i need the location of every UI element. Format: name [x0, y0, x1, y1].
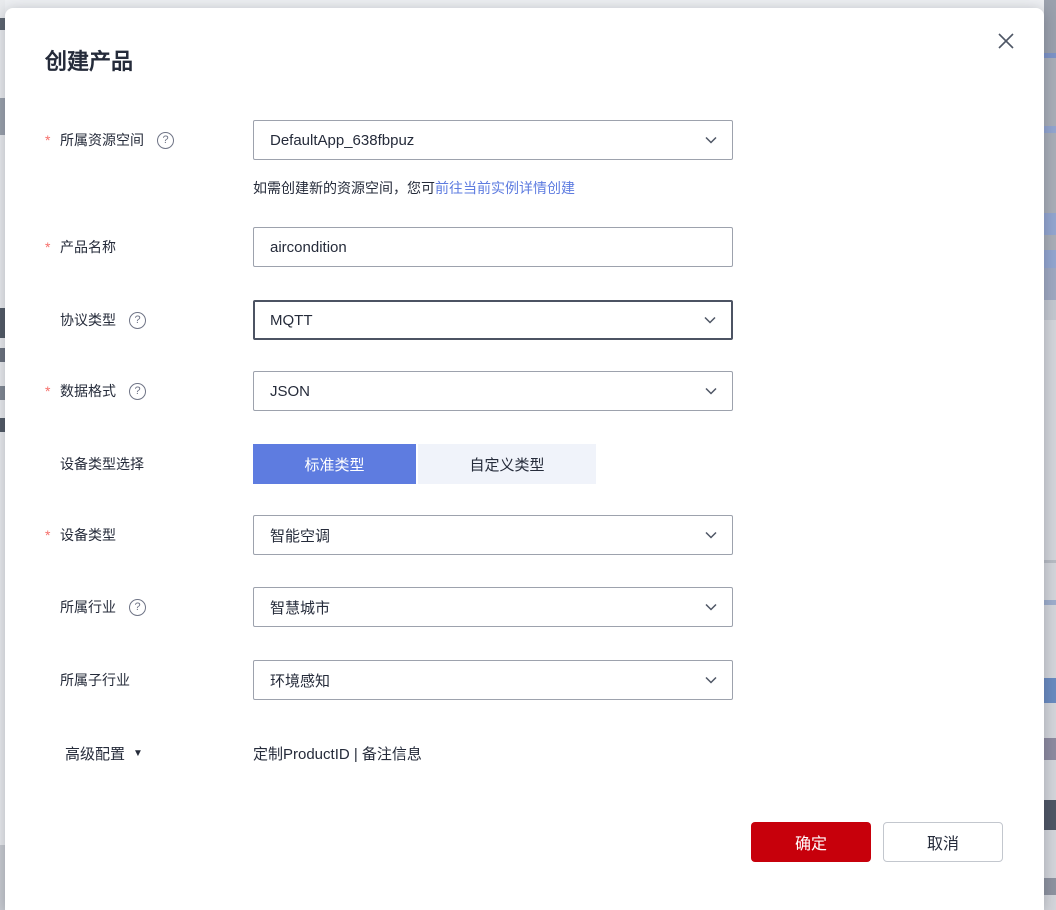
confirm-button[interactable]: 确定	[751, 822, 871, 862]
required-marker: *	[45, 383, 60, 399]
device-type-label-text: 设备类型	[60, 525, 116, 545]
product-name-label: * 产品名称	[45, 227, 250, 267]
required-marker-spacer: *	[45, 312, 60, 328]
required-marker: *	[45, 527, 60, 543]
resource-space-field: DefaultApp_638fbpuz	[253, 120, 733, 160]
resource-space-label: * 所属资源空间 ?	[45, 120, 250, 160]
protocol-value: MQTT	[270, 312, 703, 329]
close-button[interactable]	[991, 26, 1021, 56]
product-name-label-text: 产品名称	[60, 237, 116, 257]
standard-type-button[interactable]: 标准类型	[253, 444, 416, 484]
chevron-down-icon	[703, 313, 717, 327]
advanced-config-label-text: 高级配置	[45, 743, 125, 764]
data-format-field: JSON	[253, 371, 733, 411]
data-format-label: * 数据格式 ?	[45, 371, 250, 411]
sub-industry-select[interactable]: 环境感知	[253, 660, 733, 700]
required-marker: *	[45, 239, 60, 255]
device-type-value: 智能空调	[270, 525, 704, 546]
cancel-button[interactable]: 取消	[883, 822, 1003, 862]
help-icon[interactable]: ?	[129, 383, 146, 400]
background-page-right-fragment	[1044, 0, 1056, 910]
product-name-input[interactable]	[253, 227, 733, 267]
device-type-mode-label: * 设备类型选择	[45, 444, 250, 484]
protocol-field: MQTT	[253, 300, 733, 340]
data-format-label-text: 数据格式	[60, 381, 116, 401]
sub-industry-label: * 所属子行业	[45, 660, 250, 700]
device-type-mode-label-text: 设备类型选择	[60, 454, 144, 474]
chevron-down-icon	[704, 133, 718, 147]
sub-industry-value: 环境感知	[270, 670, 704, 691]
industry-select[interactable]: 智慧城市	[253, 587, 733, 627]
required-marker-spacer: *	[45, 599, 60, 615]
industry-value: 智慧城市	[270, 597, 704, 618]
help-icon[interactable]: ?	[129, 312, 146, 329]
sub-industry-label-text: 所属子行业	[60, 670, 130, 690]
device-type-select[interactable]: 智能空调	[253, 515, 733, 555]
resource-space-value: DefaultApp_638fbpuz	[270, 132, 704, 149]
data-format-value: JSON	[270, 383, 704, 400]
help-icon[interactable]: ?	[129, 599, 146, 616]
help-glyph: ?	[134, 385, 140, 397]
required-marker-spacer: *	[45, 672, 60, 688]
required-marker: *	[45, 132, 60, 148]
sub-industry-field: 环境感知	[253, 660, 733, 700]
device-type-label: * 设备类型	[45, 515, 250, 555]
advanced-config-toggle[interactable]: 高级配置 ▼	[45, 741, 250, 765]
protocol-select[interactable]: MQTT	[253, 300, 733, 340]
chevron-down-icon	[704, 673, 718, 687]
industry-field: 智慧城市	[253, 587, 733, 627]
help-icon[interactable]: ?	[157, 132, 174, 149]
hint-text: 如需创建新的资源空间，您可	[253, 180, 435, 196]
device-type-field: 智能空调	[253, 515, 733, 555]
chevron-down-icon	[704, 600, 718, 614]
chevron-down-icon	[704, 528, 718, 542]
custom-type-button[interactable]: 自定义类型	[418, 444, 596, 484]
industry-label-text: 所属行业	[60, 597, 116, 617]
close-icon	[995, 30, 1017, 52]
protocol-label: * 协议类型 ?	[45, 300, 250, 340]
resource-space-select[interactable]: DefaultApp_638fbpuz	[253, 120, 733, 160]
product-name-field	[253, 227, 733, 267]
dialog-title: 创建产品	[45, 44, 133, 76]
resource-space-label-text: 所属资源空间	[60, 130, 144, 150]
chevron-down-icon	[704, 384, 718, 398]
resource-space-hint: 如需创建新的资源空间，您可前往当前实例详情创建	[253, 178, 733, 198]
data-format-select[interactable]: JSON	[253, 371, 733, 411]
help-glyph: ?	[162, 134, 168, 146]
create-product-dialog: 创建产品 * 所属资源空间 ? DefaultApp_638fbpuz 如需创建…	[5, 8, 1044, 910]
help-glyph: ?	[134, 314, 140, 326]
advanced-config-summary: 定制ProductID | 备注信息	[253, 741, 422, 765]
create-instance-link[interactable]: 前往当前实例详情创建	[435, 180, 575, 196]
protocol-label-text: 协议类型	[60, 310, 116, 330]
industry-label: * 所属行业 ?	[45, 587, 250, 627]
required-marker-spacer: *	[45, 456, 60, 472]
caret-down-icon: ▼	[133, 748, 143, 759]
help-glyph: ?	[134, 601, 140, 613]
device-type-mode-toggle: 标准类型 自定义类型	[253, 444, 733, 484]
